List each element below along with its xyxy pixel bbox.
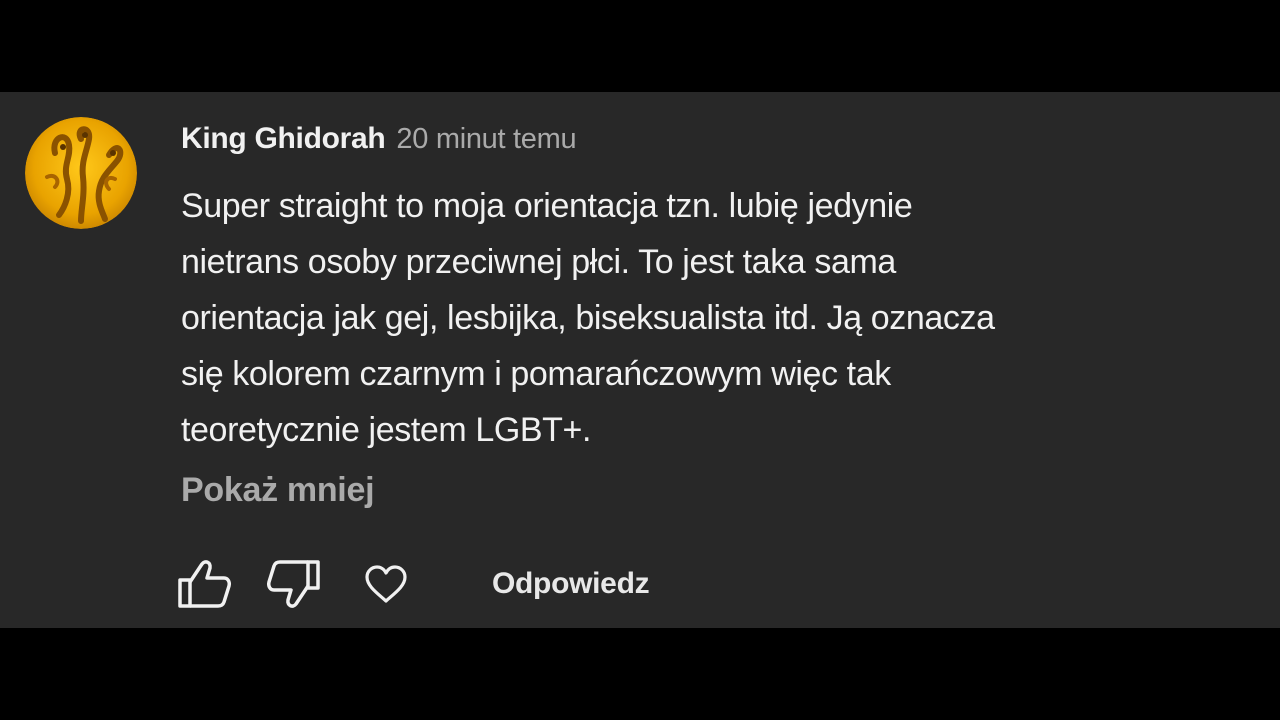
comment-text-line: teoretycznie jestem LGBT+. <box>181 411 592 449</box>
comment-text-line: orientacja jak gej, lesbijka, biseksuali… <box>181 299 995 337</box>
avatar-dragon-icon <box>25 117 137 229</box>
comment-actions: Odpowiedz <box>174 556 774 612</box>
show-less-button[interactable]: Pokaż mniej <box>181 468 375 512</box>
comment-text-line: się kolorem czarnym i pomarańczowym więc… <box>181 355 891 393</box>
comment-panel: King Ghidorah 20 minut temu Super straig… <box>0 92 1280 628</box>
thumbs-up-icon <box>178 560 231 608</box>
author-name[interactable]: King Ghidorah <box>181 122 386 156</box>
comment-timestamp[interactable]: 20 minut temu <box>396 123 576 156</box>
reply-button[interactable]: Odpowiedz <box>492 564 650 604</box>
video-frame: King Ghidorah 20 minut temu Super straig… <box>0 0 1280 720</box>
like-button[interactable] <box>174 556 234 612</box>
heart-icon <box>365 565 407 603</box>
comment-header: King Ghidorah 20 minut temu <box>181 122 577 162</box>
comment-text-line: Super straight to moja orientacja tzn. l… <box>181 187 913 225</box>
dislike-button[interactable] <box>264 556 324 612</box>
thumbs-down-icon <box>267 560 320 608</box>
comment-text-line: nietrans osoby przeciwnej płci. To jest … <box>181 243 896 281</box>
heart-button[interactable] <box>356 556 416 612</box>
avatar[interactable] <box>25 117 137 229</box>
comment-text: Super straight to moja orientacja tzn. l… <box>181 178 1181 458</box>
